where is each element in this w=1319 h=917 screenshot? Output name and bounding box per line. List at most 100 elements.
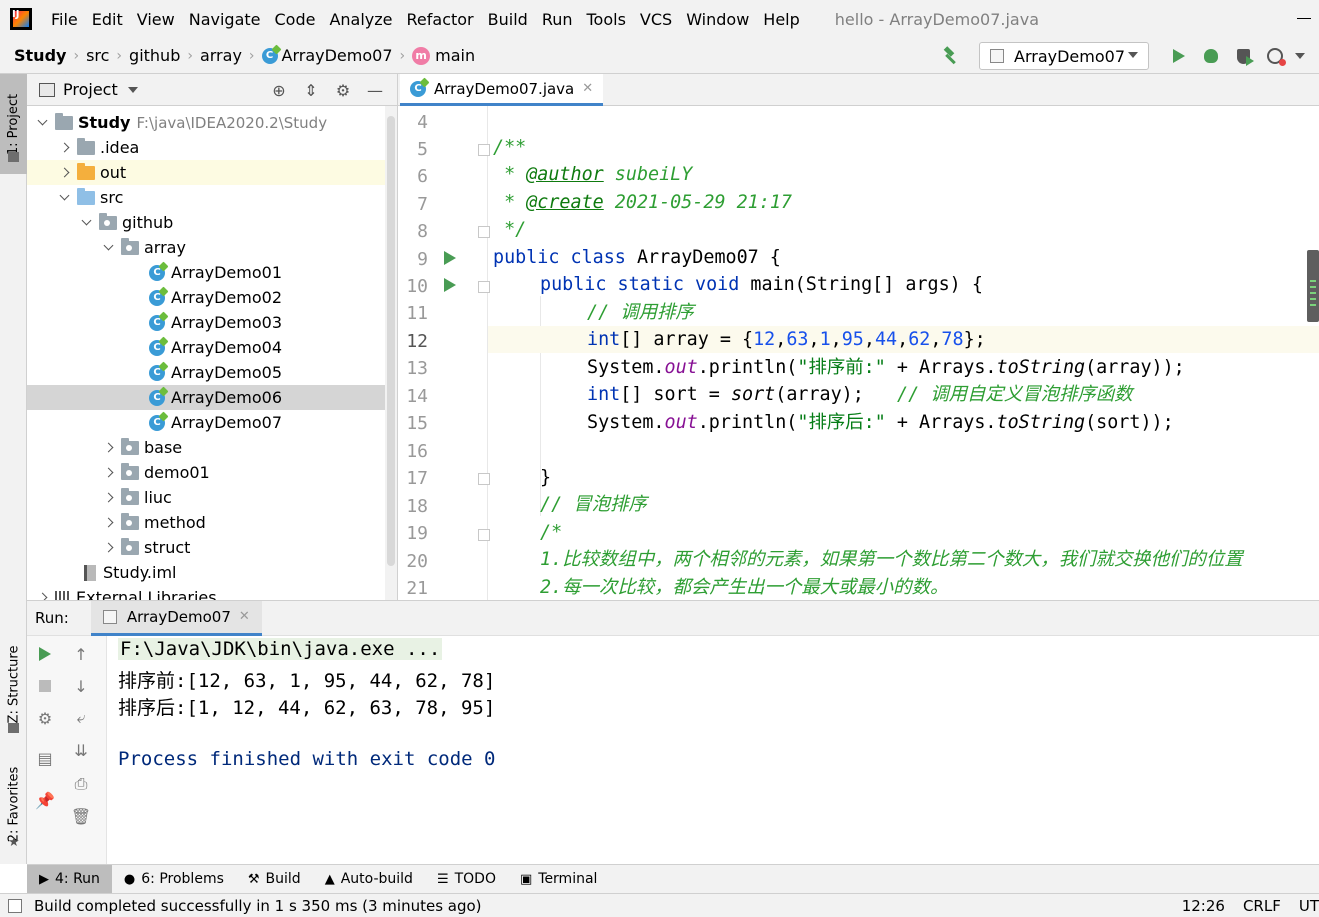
- soft-wrap-button[interactable]: ⤶: [69, 706, 93, 730]
- menu-build[interactable]: Build: [481, 10, 535, 29]
- gear-icon[interactable]: ⚙: [327, 80, 359, 100]
- tree-item-base[interactable]: base: [27, 435, 387, 460]
- minimize-icon[interactable]: [1297, 18, 1311, 19]
- scroll-down-button[interactable]: ↓: [69, 674, 93, 698]
- run-button[interactable]: [1163, 42, 1195, 70]
- run-tab-arraydemo07[interactable]: ArrayDemo07 ✕: [90, 600, 262, 636]
- expand-arrow-icon[interactable]: [57, 191, 71, 205]
- tree-item-arraydemo05[interactable]: C ArrayDemo05: [27, 360, 387, 385]
- debug-button[interactable]: [1195, 42, 1227, 70]
- collapse-all-icon[interactable]: ⇕: [295, 80, 327, 100]
- expand-arrow-icon[interactable]: [101, 466, 115, 480]
- tree-item-arraydemo01[interactable]: C ArrayDemo01: [27, 260, 387, 285]
- pin-button[interactable]: 📌: [33, 788, 57, 812]
- line-separator[interactable]: CRLF: [1243, 897, 1281, 915]
- console-command-line[interactable]: F:\Java\JDK\bin\java.exe ...: [118, 638, 443, 660]
- breadcrumb-array[interactable]: array: [196, 46, 246, 65]
- locate-file-icon[interactable]: ⊕: [263, 80, 295, 100]
- console-output[interactable]: F:\Java\JDK\bin\java.exe ... 排序前:[12, 63…: [107, 636, 1319, 865]
- tree-item-external-libraries[interactable]: External Libraries: [27, 585, 387, 600]
- tree-item-arraydemo03[interactable]: C ArrayDemo03: [27, 310, 387, 335]
- tree-item-idea[interactable]: .idea: [27, 135, 387, 160]
- tree-item-out[interactable]: out: [27, 160, 387, 185]
- menu-view[interactable]: View: [130, 10, 182, 29]
- expand-arrow-icon[interactable]: [101, 441, 115, 455]
- menu-code[interactable]: Code: [268, 10, 323, 29]
- breadcrumb-github[interactable]: github: [125, 46, 184, 65]
- run-gutter-icon[interactable]: [444, 278, 456, 292]
- structure-tool-tab[interactable]: Z: Structure: [0, 629, 27, 739]
- tree-item-src[interactable]: src: [27, 185, 387, 210]
- tree-item-arraydemo04[interactable]: C ArrayDemo04: [27, 335, 387, 360]
- tree-item-liuc[interactable]: liuc: [27, 485, 387, 510]
- tree-item-github[interactable]: github: [27, 210, 387, 235]
- scrollbar-thumb[interactable]: [387, 116, 395, 566]
- code-area[interactable]: /** * @author subeiLY * @create 2021-05-…: [488, 106, 1319, 600]
- build-button[interactable]: [935, 42, 967, 70]
- run-gutter-icon[interactable]: [444, 251, 456, 265]
- tree-item-array[interactable]: array: [27, 235, 387, 260]
- inspection-widget[interactable]: [1307, 250, 1319, 322]
- project-panel-title[interactable]: Project: [63, 80, 118, 99]
- expand-arrow-icon[interactable]: [57, 166, 71, 180]
- favorites-tool-tab[interactable]: 2: Favorites ★: [0, 754, 27, 854]
- tool-tab-run[interactable]: ▶ 4: Run: [27, 864, 112, 894]
- run-configuration-select[interactable]: ArrayDemo07: [979, 42, 1149, 70]
- menu-refactor[interactable]: Refactor: [400, 10, 481, 29]
- breadcrumb-method[interactable]: m main: [408, 46, 479, 65]
- menu-tools[interactable]: Tools: [580, 10, 633, 29]
- expand-arrow-icon[interactable]: [35, 116, 49, 130]
- stop-button[interactable]: [33, 674, 57, 698]
- clear-button[interactable]: 🗑: [69, 804, 93, 828]
- tree-item-struct[interactable]: struct: [27, 535, 387, 560]
- scroll-to-end-button[interactable]: ⇊: [69, 738, 93, 762]
- status-message[interactable]: Build completed successfully in 1 s 350 …: [34, 897, 482, 915]
- tool-tab-build[interactable]: ⚒ Build: [236, 865, 313, 894]
- tree-item-demo01[interactable]: demo01: [27, 460, 387, 485]
- print-button[interactable]: ⎙: [69, 772, 93, 796]
- rerun-button[interactable]: [33, 642, 57, 666]
- breadcrumb-study[interactable]: Study: [10, 46, 70, 65]
- menu-file[interactable]: File: [44, 10, 85, 29]
- tool-tab-problems[interactable]: ● 6: Problems: [112, 865, 236, 894]
- menu-analyze[interactable]: Analyze: [322, 10, 399, 29]
- tree-item-arraydemo06[interactable]: C ArrayDemo06: [27, 385, 387, 410]
- file-encoding[interactable]: UT: [1299, 897, 1319, 915]
- hide-panel-icon[interactable]: —: [359, 80, 391, 100]
- menu-edit[interactable]: Edit: [85, 10, 130, 29]
- project-tree-scrollbar[interactable]: [385, 106, 397, 600]
- tree-item-study[interactable]: Study F:\java\IDEA2020.2\Study: [27, 110, 387, 135]
- menu-help[interactable]: Help: [756, 10, 806, 29]
- caret-position[interactable]: 12:26: [1182, 897, 1225, 915]
- chevron-down-icon[interactable]: [127, 86, 138, 93]
- tool-windows-icon[interactable]: [8, 898, 22, 913]
- menu-window[interactable]: Window: [679, 10, 756, 29]
- expand-arrow-icon[interactable]: [35, 591, 49, 601]
- expand-arrow-icon[interactable]: [101, 541, 115, 555]
- tree-item-study-iml[interactable]: Study.iml: [27, 560, 387, 585]
- tool-tab-terminal[interactable]: ▣ Terminal: [508, 865, 609, 894]
- expand-arrow-icon[interactable]: [79, 216, 93, 230]
- layout-button[interactable]: ▤: [33, 746, 57, 770]
- scroll-up-button[interactable]: ↑: [69, 642, 93, 666]
- breadcrumb-src[interactable]: src: [82, 46, 113, 65]
- tool-tab-auto-build[interactable]: ▲ Auto-build: [313, 865, 425, 894]
- expand-arrow-icon[interactable]: [101, 516, 115, 530]
- tree-item-arraydemo02[interactable]: C ArrayDemo02: [27, 285, 387, 310]
- breadcrumb-class[interactable]: C ArrayDemo07: [258, 46, 397, 65]
- expand-arrow-icon[interactable]: [101, 491, 115, 505]
- menu-navigate[interactable]: Navigate: [182, 10, 268, 29]
- coverage-button[interactable]: [1227, 42, 1259, 70]
- menu-run[interactable]: Run: [535, 10, 580, 29]
- project-tool-tab[interactable]: 1: Project: [0, 74, 27, 174]
- tree-item-arraydemo07[interactable]: C ArrayDemo07: [27, 410, 387, 435]
- settings-button[interactable]: ⚙: [33, 706, 57, 730]
- expand-arrow-icon[interactable]: [57, 141, 71, 155]
- editor-tab-arraydemo07[interactable]: C ArrayDemo07.java ✕: [400, 74, 604, 106]
- tool-tab-todo[interactable]: ☰ TODO: [425, 865, 508, 894]
- profiler-button[interactable]: [1259, 42, 1291, 70]
- chevron-down-icon[interactable]: [1295, 53, 1305, 59]
- menu-vcs[interactable]: VCS: [633, 10, 679, 29]
- close-icon[interactable]: ✕: [239, 609, 250, 624]
- tree-item-method[interactable]: method: [27, 510, 387, 535]
